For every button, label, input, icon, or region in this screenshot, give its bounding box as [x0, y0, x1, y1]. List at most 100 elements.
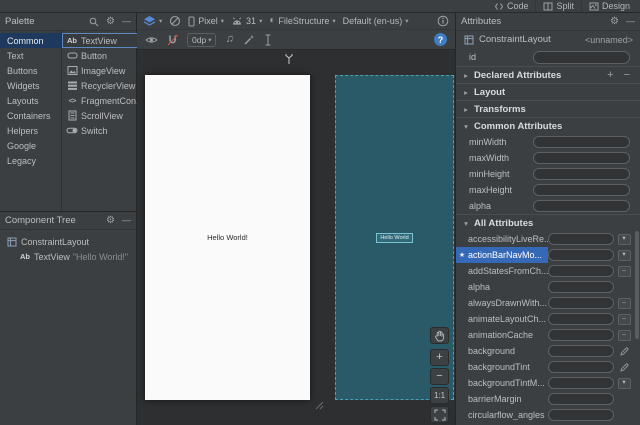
attribute-value-input[interactable] — [533, 152, 630, 164]
zoom-in-button[interactable]: + — [430, 349, 449, 366]
clear-constraints-icon[interactable]: ♫ — [225, 34, 233, 45]
attribute-value-input[interactable] — [548, 329, 614, 341]
attribute-value-input[interactable] — [533, 136, 630, 148]
section-layout[interactable]: ▸ Layout — [456, 83, 640, 100]
gear-icon[interactable]: ⚙ — [106, 16, 115, 27]
night-mode-button[interactable] — [169, 15, 181, 27]
zoom-out-button[interactable]: − — [430, 368, 449, 385]
pan-hand-button[interactable] — [430, 327, 449, 344]
search-icon[interactable] — [89, 17, 99, 27]
blueprint-textview-box[interactable]: Hello World — [376, 232, 413, 243]
attribute-value-input[interactable] — [548, 409, 614, 421]
attribute-value-input[interactable] — [533, 200, 630, 212]
minimize-icon[interactable]: — — [122, 17, 131, 26]
design-view-surface[interactable]: Hello World! — [145, 75, 310, 400]
view-options-eye-icon[interactable] — [145, 35, 158, 45]
palette-item-button[interactable]: Button — [62, 48, 145, 63]
palette-item-recyclerview[interactable]: RecyclerView — [62, 78, 145, 93]
tree-item-textview[interactable]: Ab TextView "Hello World!" — [0, 249, 136, 264]
device-icon — [188, 16, 195, 27]
section-common-attributes[interactable]: ▾ Common Attributes — [456, 117, 640, 134]
palette-category-widgets[interactable]: Widgets — [0, 78, 61, 93]
palette-category-layouts[interactable]: Layouts — [0, 93, 61, 108]
palette-item-fragmentcontainer[interactable]: <> FragmentCon... — [62, 93, 145, 108]
section-declared-attributes[interactable]: ▸ Declared Attributes + − — [456, 66, 640, 83]
tree-item-constraintlayout[interactable]: ConstraintLayout — [0, 234, 136, 249]
palette-item-imageview[interactable]: ImageView — [62, 63, 145, 78]
attributes-scrollbar[interactable] — [635, 231, 639, 339]
attribute-value-input[interactable] — [548, 297, 614, 309]
minimize-icon[interactable]: — — [122, 216, 131, 225]
palette-item-label: FragmentCon... — [81, 95, 144, 106]
boolean-toggle-button[interactable]: – — [616, 329, 632, 341]
textview-hello-world[interactable]: Hello World! — [207, 233, 248, 242]
attribute-value-input[interactable] — [548, 265, 614, 277]
minimize-icon[interactable]: — — [626, 17, 635, 26]
tree-item-value: "Hello World!" — [72, 251, 129, 262]
section-transforms[interactable]: ▸ Transforms — [456, 100, 640, 117]
main-area: Palette ⚙ — Common Text Buttons Widgets … — [0, 13, 640, 425]
palette-category-text[interactable]: Text — [0, 48, 61, 63]
attribute-value-input[interactable] — [548, 313, 614, 325]
palette-item-label: TextView — [81, 35, 117, 46]
palette-category-common[interactable]: Common — [0, 33, 61, 48]
palette-item-switch[interactable]: Switch — [62, 123, 145, 138]
attribute-value-input[interactable] — [548, 393, 614, 405]
pencil-icon[interactable] — [616, 363, 632, 372]
boolean-toggle-button[interactable]: – — [616, 313, 632, 325]
text-cursor-icon[interactable] — [264, 34, 272, 46]
theme-selector[interactable]: ◐ FileStructure ▾ — [269, 16, 335, 27]
design-surface-selector[interactable]: ▾ — [143, 15, 162, 27]
palette-category-helpers[interactable]: Helpers — [0, 123, 61, 138]
tab-code[interactable]: Code — [487, 0, 536, 12]
autoconnect-magnet-icon[interactable] — [167, 34, 178, 46]
design-canvas[interactable]: Hello World! Hello World + − 1:1 — [137, 50, 455, 425]
constraintlayout-icon — [463, 35, 475, 45]
tab-split[interactable]: Split — [535, 0, 581, 12]
zoom-fit-button[interactable] — [430, 406, 449, 423]
pencil-icon[interactable] — [616, 347, 632, 356]
attribute-row: background — [456, 343, 640, 359]
gear-icon[interactable]: ⚙ — [610, 16, 619, 27]
attribute-value-input[interactable] — [548, 377, 614, 389]
locale-selector[interactable]: Default (en-us) ▾ — [343, 16, 409, 26]
api-level-selector[interactable]: 31 ▾ — [231, 16, 262, 26]
attribute-value-input[interactable] — [548, 281, 614, 293]
add-attribute-button[interactable]: + — [607, 69, 613, 81]
zoom-actual-button[interactable]: 1:1 — [430, 387, 449, 404]
palette-category-containers[interactable]: Containers — [0, 108, 61, 123]
remove-attribute-button[interactable]: − — [624, 69, 630, 81]
attribute-value-input[interactable] — [548, 361, 614, 373]
dropdown-button[interactable]: ▾ — [616, 249, 632, 261]
palette-item-label: Switch — [81, 125, 108, 136]
section-all-attributes[interactable]: ▾ All Attributes — [456, 214, 640, 231]
info-icon[interactable] — [437, 15, 449, 27]
boolean-toggle-button[interactable]: – — [616, 297, 632, 309]
infer-constraints-wand-icon[interactable] — [243, 34, 255, 46]
dropdown-button[interactable]: ▾ — [616, 377, 632, 389]
star-icon[interactable]: ★ — [456, 252, 468, 259]
attribute-value-input[interactable] — [533, 168, 630, 180]
default-margins-selector[interactable]: 0dp ▾ — [187, 32, 217, 47]
attribute-value-input[interactable] — [548, 345, 614, 357]
palette-category-google[interactable]: Google — [0, 138, 61, 153]
attribute-value-input[interactable] — [548, 249, 614, 261]
help-icon[interactable]: ? — [434, 33, 447, 46]
boolean-toggle-button[interactable]: – — [616, 265, 632, 277]
gear-icon[interactable]: ⚙ — [106, 215, 115, 226]
tab-split-label: Split — [556, 1, 574, 11]
palette-item-scrollview[interactable]: ScrollView — [62, 108, 145, 123]
attribute-name: addStatesFromCh... — [468, 266, 548, 276]
device-selector[interactable]: Pixel ▾ — [188, 16, 224, 27]
attribute-value-input[interactable] — [533, 184, 630, 196]
attribute-value-input[interactable] — [548, 233, 614, 245]
palette-category-legacy[interactable]: Legacy — [0, 153, 61, 168]
palette-category-buttons[interactable]: Buttons — [0, 63, 61, 78]
attributes-header: Attributes ⚙ — — [456, 13, 640, 31]
tab-design[interactable]: Design — [580, 0, 637, 12]
surface-resize-handle[interactable] — [315, 401, 324, 410]
palette-item-textview[interactable]: Ab TextView — [62, 33, 145, 48]
dropdown-button[interactable]: ▾ — [616, 233, 632, 245]
orientation-icon[interactable] — [284, 53, 294, 65]
id-input[interactable] — [533, 50, 630, 64]
